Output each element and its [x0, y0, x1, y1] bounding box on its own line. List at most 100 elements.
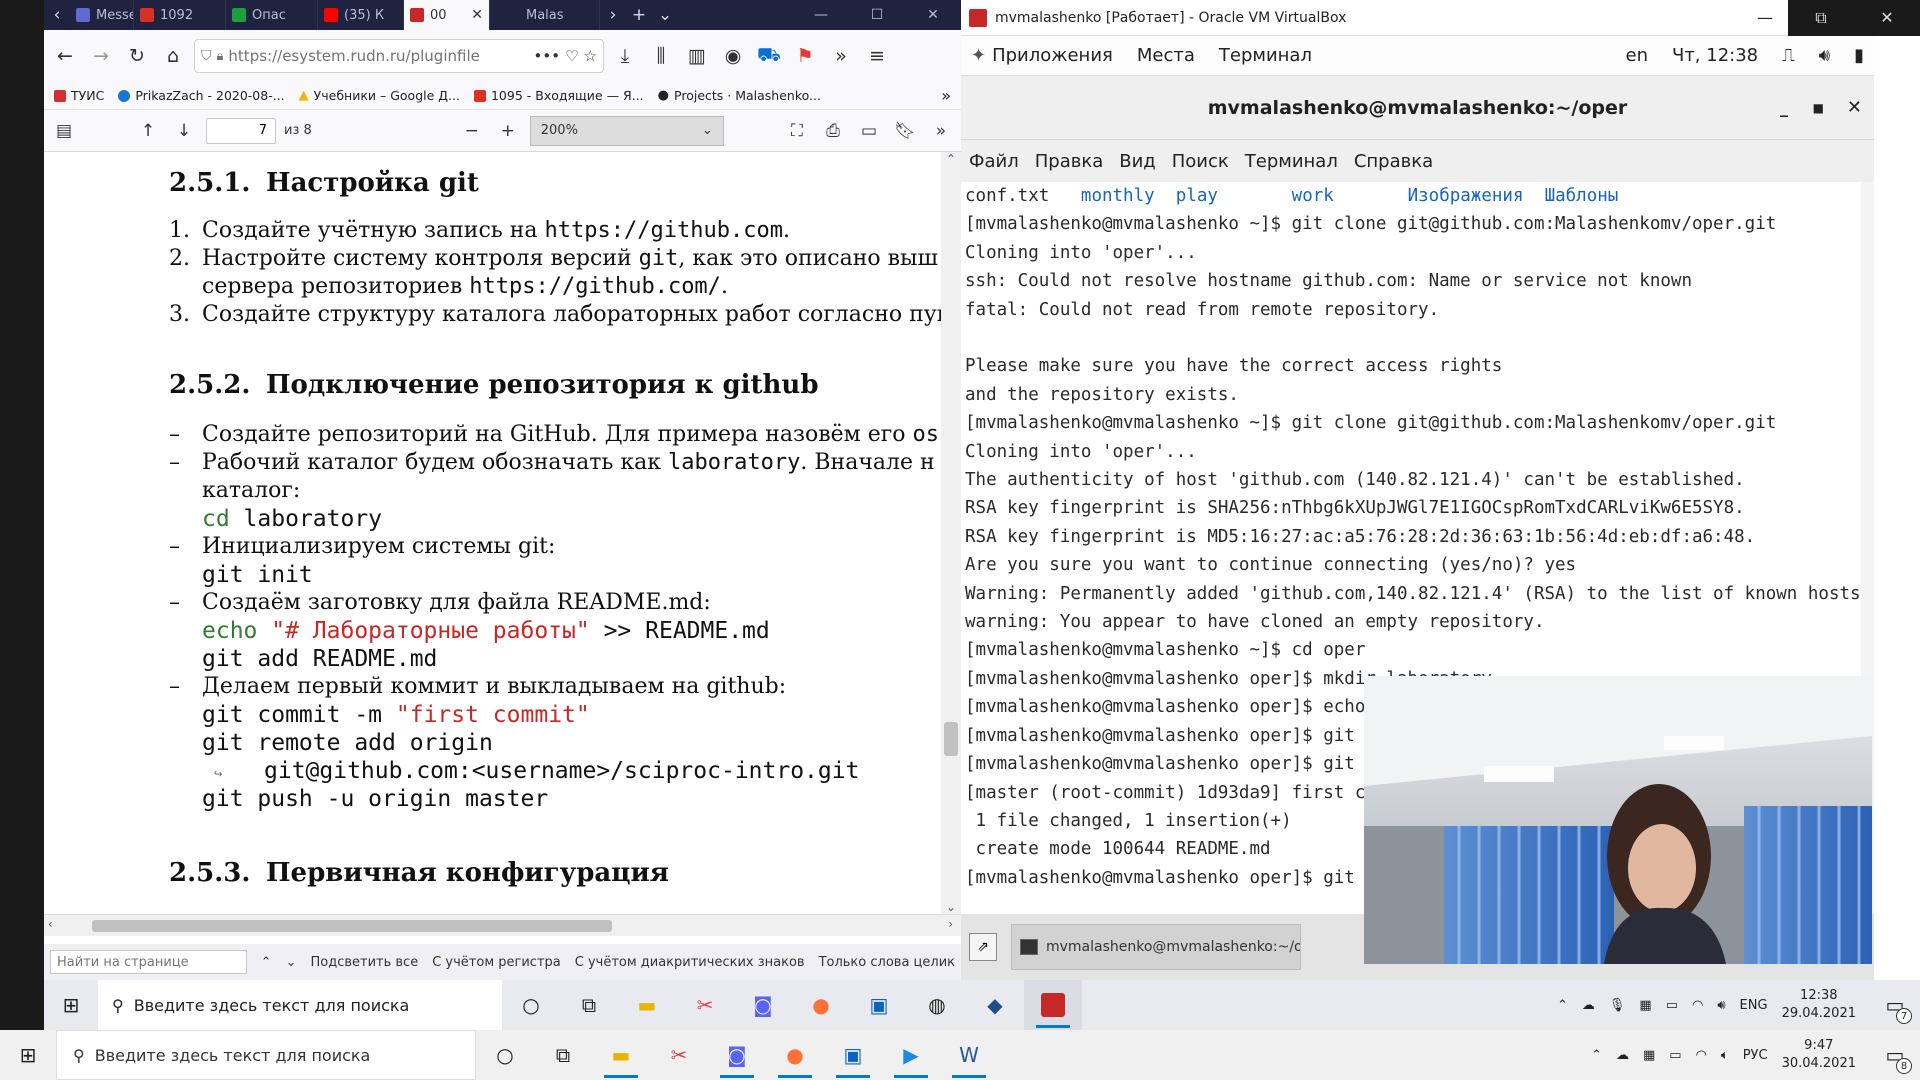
discord-icon[interactable]: ◙: [734, 980, 792, 1030]
obs-icon[interactable]: ◍: [908, 980, 966, 1030]
menu-view[interactable]: Вид: [1119, 151, 1156, 172]
horizontal-scrollbar[interactable]: ‹ ›: [44, 914, 961, 936]
scroll-left-icon[interactable]: ‹: [48, 917, 53, 931]
minimize-icon[interactable]: —: [793, 0, 849, 30]
wifi-icon[interactable]: ◠: [1692, 998, 1703, 1013]
notifications-icon[interactable]: ▭ 7: [1870, 980, 1920, 1030]
outlook-icon[interactable]: ▣: [850, 980, 908, 1030]
scroll-up-icon[interactable]: ⌃: [941, 152, 961, 166]
presentation-mode-icon[interactable]: ⛶: [783, 117, 811, 145]
highlight-all-checkbox[interactable]: Подсветить все: [310, 955, 418, 970]
pdf-viewer[interactable]: 2.5.1. Настройка git 1. Создайте учётную з…: [44, 152, 961, 914]
bookmark-yandex-mail[interactable]: 1095 - Входящие — Я...: [473, 88, 644, 103]
cart-extension-icon[interactable]: ⛟: [754, 41, 784, 71]
page-actions-icon[interactable]: •••: [534, 47, 561, 65]
library-icon[interactable]: ⫼: [646, 41, 676, 71]
horizontal-scroll-thumb[interactable]: [92, 920, 612, 932]
microphone-icon[interactable]: 🎙︎: [1609, 998, 1626, 1013]
menu-file[interactable]: Файл: [969, 151, 1019, 172]
downloads-icon[interactable]: ⤓: [610, 41, 640, 71]
zoom-out-icon[interactable]: −: [458, 117, 486, 145]
zoom-select[interactable]: 200% ⌄: [529, 115, 724, 146]
app-tray-icon[interactable]: ▦: [1643, 1048, 1655, 1063]
back-icon[interactable]: ←: [50, 41, 80, 71]
tab-messenger[interactable]: Messe: [70, 0, 134, 30]
start-button[interactable]: ⊞: [44, 980, 98, 1030]
firefox-icon[interactable]: ●: [792, 980, 850, 1030]
tab-hd[interactable]: Опас: [226, 0, 318, 30]
maximize-icon[interactable]: ☐: [849, 0, 905, 30]
tray-chevron-icon[interactable]: ⌃: [1591, 1048, 1602, 1063]
close-window-icon[interactable]: ✕: [1854, 0, 1920, 36]
applications-menu[interactable]: ✦ Приложения: [971, 45, 1113, 66]
vertical-scrollbar[interactable]: ⌃ ⌄: [941, 152, 961, 914]
volume-icon[interactable]: 🔊︎: [1819, 45, 1830, 66]
shield-icon[interactable]: ⛉: [201, 48, 212, 64]
list-tabs-icon[interactable]: ⌄: [652, 0, 678, 30]
minimize-icon[interactable]: —: [1742, 8, 1788, 27]
print-icon[interactable]: ⎙: [819, 117, 847, 145]
places-menu[interactable]: Места: [1137, 45, 1195, 66]
zoom-meeting-icon[interactable]: ▶: [882, 1030, 940, 1080]
window-list-terminal[interactable]: mvmalashenko@mvmalashenko:~/o...: [1011, 924, 1301, 970]
scroll-right-icon[interactable]: ›: [948, 917, 953, 931]
close-tab-icon[interactable]: ✕: [471, 7, 483, 23]
language-indicator[interactable]: ENG: [1740, 998, 1768, 1013]
file-explorer-icon[interactable]: ▬: [592, 1030, 650, 1080]
home-icon[interactable]: ⌂: [158, 41, 188, 71]
pocket-icon[interactable]: ♡: [565, 47, 578, 65]
bookmark-github-projects[interactable]: ● Projects · Malashenko...: [658, 88, 821, 103]
gnome-clock[interactable]: Чт, 12:38: [1672, 45, 1758, 66]
url-bar[interactable]: ⛉ 🔒︎ https://esystem.rudn.ru/pluginfile …: [194, 39, 604, 73]
start-button[interactable]: ⊞: [0, 1030, 56, 1080]
new-tab-icon[interactable]: +: [626, 0, 652, 30]
bookmark-star-icon[interactable]: ☆: [584, 47, 597, 65]
keyboard-layout[interactable]: en: [1626, 45, 1648, 66]
menu-search[interactable]: Поиск: [1172, 151, 1229, 172]
lock-icon[interactable]: 🔒︎: [217, 49, 224, 64]
minimize-icon[interactable]: _: [1780, 98, 1788, 117]
next-page-icon[interactable]: ↓: [170, 117, 198, 145]
menu-help[interactable]: Справка: [1354, 151, 1433, 172]
notifications-icon[interactable]: ▭ 8: [1870, 1030, 1920, 1080]
find-input[interactable]: [50, 950, 247, 974]
discord-icon[interactable]: ◙: [708, 1030, 766, 1080]
bookmark-icon[interactable]: 🔖︎: [891, 117, 919, 145]
hamburger-menu-icon[interactable]: ≡: [862, 41, 892, 71]
word-icon[interactable]: W: [940, 1030, 998, 1080]
find-previous-icon[interactable]: ⌃: [261, 955, 272, 970]
file-explorer-icon[interactable]: ▬: [618, 980, 676, 1030]
account-icon[interactable]: ◉: [718, 41, 748, 71]
tray-chevron-icon[interactable]: ⌃: [1557, 998, 1568, 1013]
bookmark-prikaz[interactable]: PrikazZach - 2020-08-...: [118, 88, 285, 103]
zoom-in-icon[interactable]: +: [494, 117, 522, 145]
bookmark-tuis[interactable]: ТУИС: [54, 88, 104, 103]
box-app-icon[interactable]: ◆: [966, 980, 1024, 1030]
terminal-menu[interactable]: Терминал: [1219, 45, 1312, 66]
cloud-icon[interactable]: ☁: [1616, 1048, 1629, 1063]
language-indicator[interactable]: РУС: [1743, 1048, 1768, 1063]
snipping-tool-icon[interactable]: ✂: [676, 980, 734, 1030]
menu-edit[interactable]: Правка: [1035, 151, 1104, 172]
maximize-icon[interactable]: ■: [1813, 101, 1824, 115]
previous-page-icon[interactable]: ↑: [134, 117, 162, 145]
battery-icon[interactable]: ▭: [1666, 998, 1678, 1013]
diacritics-checkbox[interactable]: С учётом диакритических знаков: [575, 955, 805, 970]
save-icon[interactable]: ▭: [855, 117, 883, 145]
tab-pdf-active[interactable]: 00 ✕: [404, 0, 490, 30]
tab-youtube[interactable]: (35) К: [318, 0, 404, 30]
tab-scroll-left-icon[interactable]: ‹: [44, 0, 70, 30]
virtualbox-taskbar-icon[interactable]: [1024, 980, 1082, 1030]
vertical-scroll-thumb[interactable]: [944, 722, 958, 756]
bookmarks-overflow-icon[interactable]: »: [941, 86, 951, 105]
cortana-icon[interactable]: ○: [476, 1030, 534, 1080]
bookmark-google-drive[interactable]: ▲ Учебники – Google Д...: [299, 88, 460, 103]
vm-search-box[interactable]: ⚲ Введите здесь текст для поиска: [98, 980, 502, 1030]
host-search-box[interactable]: ⚲ Введите здесь текст для поиска: [56, 1030, 476, 1080]
tab-scroll-right-icon[interactable]: ›: [600, 0, 626, 30]
menu-terminal[interactable]: Терминал: [1245, 151, 1338, 172]
vm-clock[interactable]: 12:38 29.04.2021: [1782, 987, 1856, 1023]
cloud-icon[interactable]: ☁: [1582, 998, 1595, 1013]
show-desktop-icon[interactable]: ⇗: [969, 933, 997, 961]
close-icon[interactable]: ✕: [1847, 97, 1862, 118]
